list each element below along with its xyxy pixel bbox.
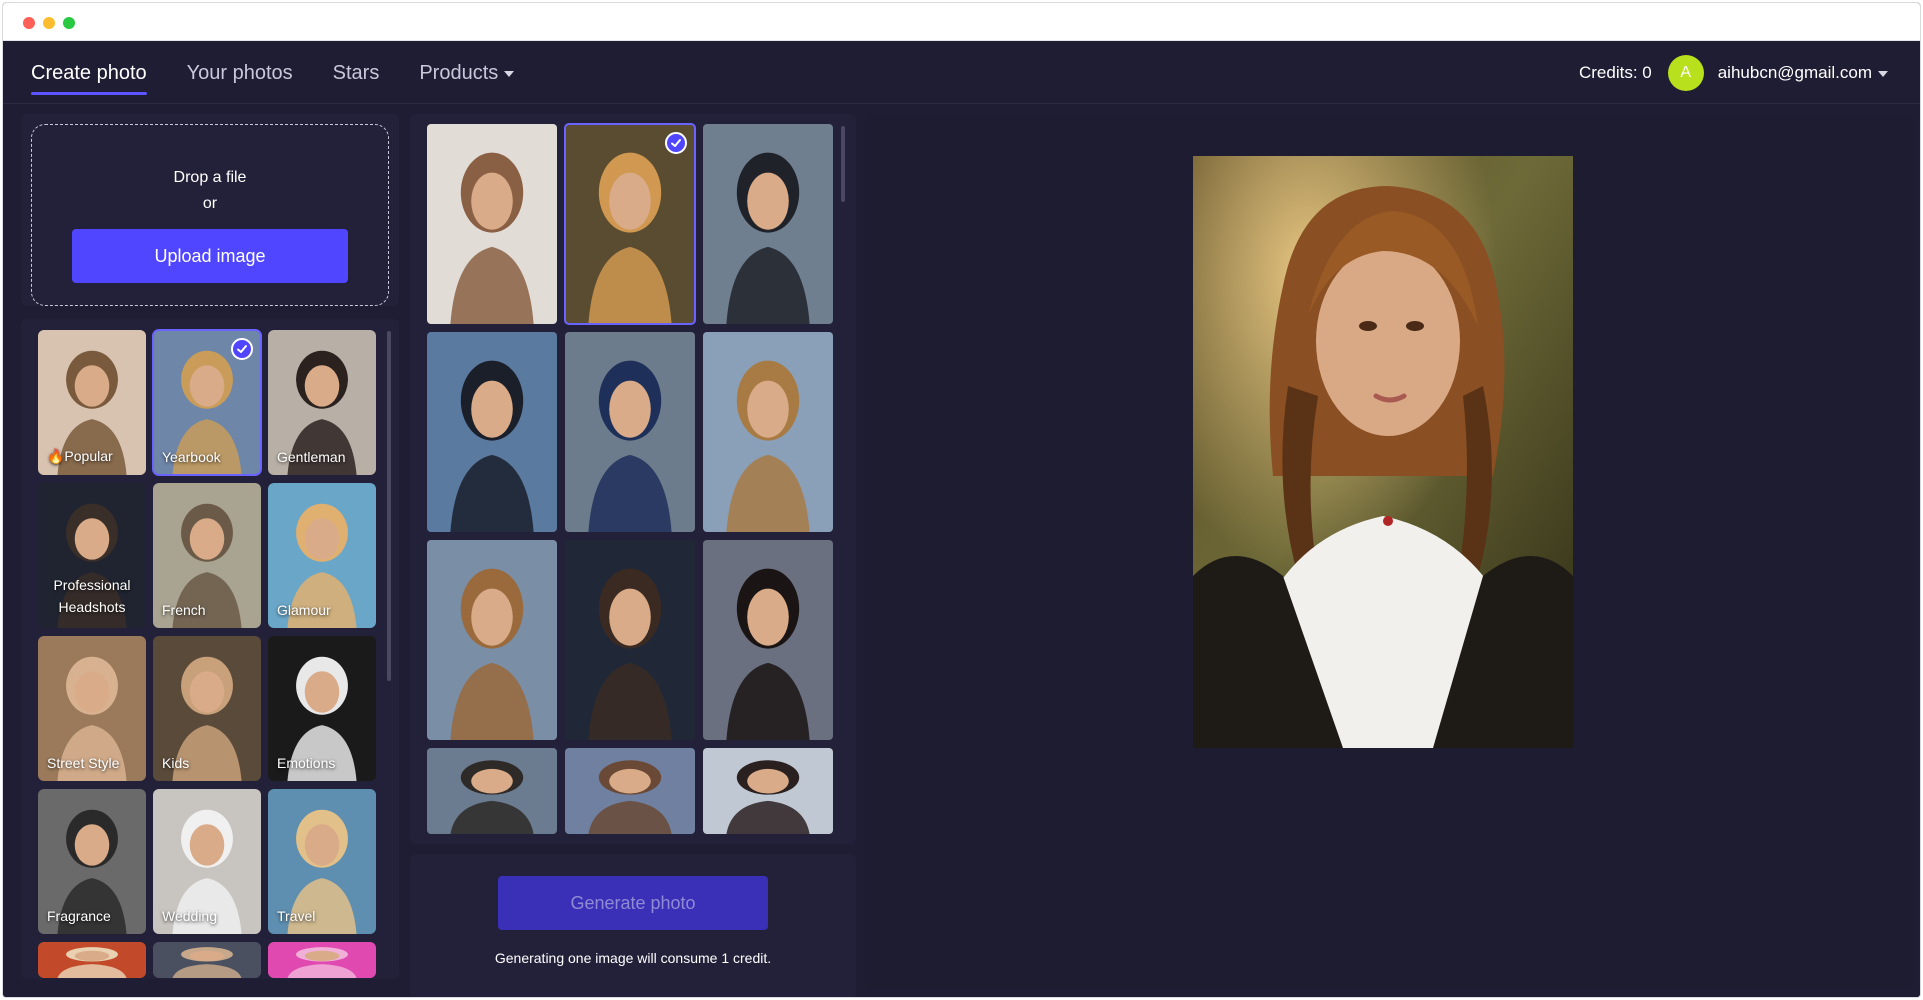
style-tile[interactable] [153, 942, 261, 978]
sample-photo-image [427, 748, 557, 834]
top-header: Create photo Your photos Stars Products … [3, 42, 1920, 104]
preview-image [1193, 156, 1573, 748]
sample-photo-tile[interactable] [703, 124, 833, 324]
nav-products[interactable]: Products [419, 42, 515, 104]
nav-create-photo[interactable]: Create photo [31, 42, 147, 104]
style-thumbnail-image [153, 942, 261, 978]
sample-photo-image [565, 748, 695, 834]
style-tile[interactable]: Gentleman [268, 330, 376, 475]
nav-stars-label: Stars [332, 62, 380, 84]
sample-photo-tile[interactable] [703, 748, 833, 834]
sample-photo-tile[interactable] [565, 332, 695, 532]
style-tile-label: Wedding [162, 908, 218, 924]
sample-photo-image [427, 124, 557, 324]
account-email: aihubcn@gmail.com [1717, 63, 1872, 82]
sample-photo-tile[interactable] [564, 123, 696, 325]
sample-photo-tile[interactable] [427, 124, 557, 324]
close-window-button[interactable] [23, 17, 35, 29]
style-tile-label: Fragrance [47, 908, 111, 924]
style-tile-label: Gentleman [277, 449, 346, 465]
check-icon [665, 132, 687, 154]
style-tile-label: Travel [277, 908, 316, 924]
drop-text-line2: or [202, 195, 218, 212]
check-icon [231, 338, 253, 360]
credits-label: Credits: 0 [1578, 63, 1652, 82]
style-tile[interactable] [38, 942, 146, 978]
generate-note: Generating one image will consume 1 cred… [494, 950, 772, 966]
generate-photo-button[interactable]: Generate photo [498, 876, 768, 930]
sample-photo-image [703, 332, 833, 532]
photos-card [410, 114, 856, 844]
drop-text-line1: Drop a file [173, 169, 247, 186]
sample-photo-tile[interactable] [427, 332, 557, 532]
nav-products-label: Products [419, 62, 499, 84]
avatar-initial: A [1680, 64, 1692, 81]
style-tile-label: Kids [162, 755, 190, 771]
dropzone[interactable]: Drop a file or Upload image [31, 124, 389, 306]
preview-panel [865, 114, 1913, 989]
sample-photo-image [565, 124, 695, 324]
sample-photo-tile[interactable] [565, 540, 695, 740]
nav-create-photo-label: Create photo [31, 62, 147, 84]
sample-photo-image [703, 748, 833, 834]
photos-grid [427, 123, 833, 834]
style-tile[interactable]: Street Style [38, 636, 146, 781]
style-tile[interactable] [268, 942, 376, 978]
photos-scrollbar[interactable] [841, 126, 845, 202]
style-tile-label: French [162, 602, 206, 618]
sample-photo-image [565, 540, 695, 740]
account-menu[interactable]: aihubcn@gmail.com [1718, 63, 1888, 83]
upload-image-button[interactable]: Upload image [72, 229, 348, 283]
style-thumbnail-image [268, 942, 376, 978]
nav-your-photos-label: Your photos [186, 62, 293, 84]
generate-card: Generate photo Generating one image will… [410, 854, 856, 997]
style-tile-label: Glamour [277, 602, 331, 618]
styles-card: 🔥Popular Yearbook Gentleman Professional… [21, 319, 399, 979]
sample-photo-tile[interactable] [703, 332, 833, 532]
middle-panel: Generate photo Generating one image will… [410, 114, 856, 997]
app-root: Create photo Your photos Stars Products … [3, 42, 1920, 997]
sample-photo-image [427, 540, 557, 740]
sample-photo-image [427, 332, 557, 532]
maximize-window-button[interactable] [63, 17, 75, 29]
sample-photo-tile[interactable] [703, 540, 833, 740]
chevron-down-icon [1878, 71, 1888, 77]
style-thumbnail-image [38, 942, 146, 978]
sample-photo-image [565, 332, 695, 532]
sample-photo-image [703, 540, 833, 740]
style-tile[interactable]: Fragrance [38, 789, 146, 934]
style-tile[interactable]: Glamour [268, 483, 376, 628]
sample-photo-tile[interactable] [565, 748, 695, 834]
upload-card: Drop a file or Upload image [21, 114, 399, 306]
style-tile[interactable]: Wedding [153, 789, 261, 934]
style-tile-label: Professional Headshots [53, 577, 131, 615]
style-tile[interactable]: French [153, 483, 261, 628]
minimize-window-button[interactable] [43, 17, 55, 29]
account-area: Credits: 0 A aihubcn@gmail.com [1579, 42, 1888, 104]
avatar[interactable]: A [1667, 55, 1704, 91]
style-tile[interactable]: Yearbook [152, 329, 262, 476]
nav-stars[interactable]: Stars [333, 42, 380, 104]
style-tile[interactable]: Emotions [268, 636, 376, 781]
style-tile[interactable]: Professional Headshots [38, 483, 146, 628]
left-panel: Drop a file or Upload image 🔥Popular Yea… [21, 114, 399, 979]
window-titlebar [3, 3, 1920, 41]
style-tile[interactable]: Travel [268, 789, 376, 934]
style-tile-label: Street Style [47, 755, 120, 771]
styles-scrollbar[interactable] [387, 331, 391, 681]
browser-window: Create photo Your photos Stars Products … [2, 2, 1921, 998]
chevron-down-icon [504, 71, 515, 77]
girl-with-braids-portrait-image [1193, 156, 1573, 748]
sample-photo-tile[interactable] [427, 540, 557, 740]
style-tile[interactable]: Kids [153, 636, 261, 781]
style-tile-label: Yearbook [162, 449, 221, 465]
style-tile-label: Emotions [277, 755, 336, 771]
style-tile-label: 🔥Popular [47, 448, 113, 464]
sample-photo-tile[interactable] [427, 748, 557, 834]
style-tile[interactable]: 🔥Popular [38, 330, 146, 475]
nav-your-photos[interactable]: Your photos [187, 42, 293, 104]
styles-grid: 🔥Popular Yearbook Gentleman Professional… [38, 329, 378, 978]
sample-photo-image [703, 124, 833, 324]
main-nav: Create photo Your photos Stars Products [31, 42, 515, 104]
